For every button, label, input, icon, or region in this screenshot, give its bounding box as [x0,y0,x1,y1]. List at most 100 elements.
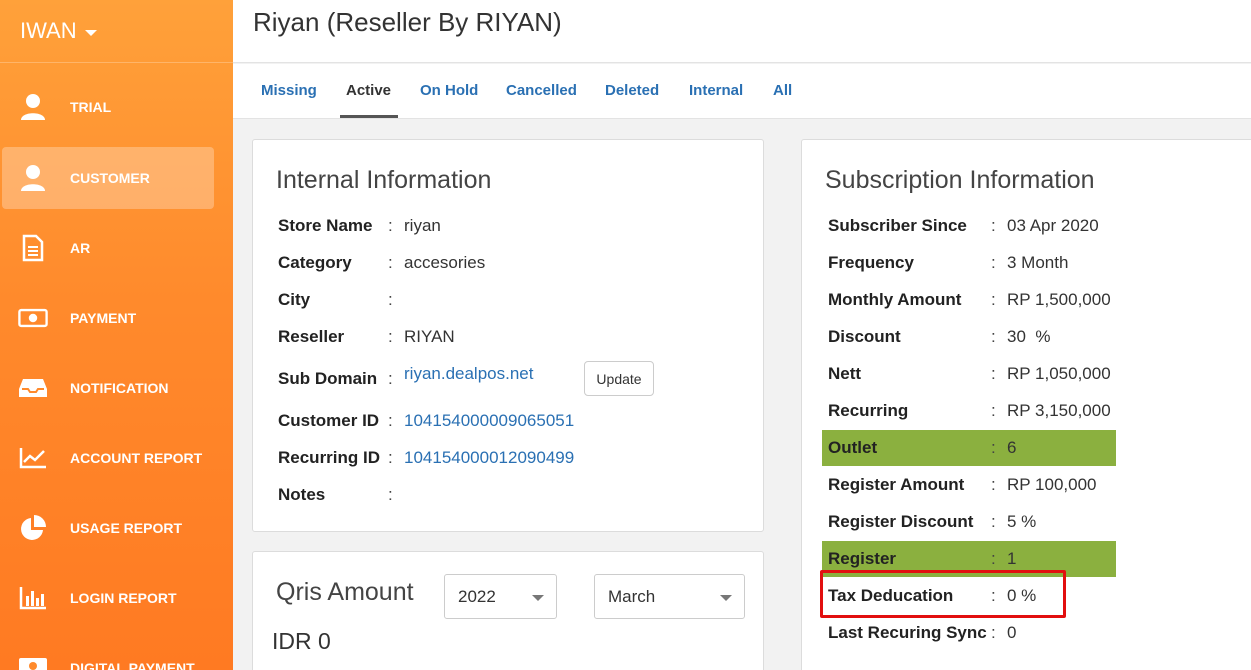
user-icon [18,92,48,122]
recurring-id-link[interactable]: 104154000012090499 [404,448,574,468]
recurring-id-row: Recurring ID : 104154000012090499 [278,444,574,472]
qris-amount-panel: Qris Amount 2022 March IDR 0 [252,551,764,670]
colon: : [991,512,996,531]
colon: : [388,327,393,346]
field-value: 5 % [1007,512,1037,531]
sidebar-item-payment[interactable]: PAYMENT [2,287,214,349]
colon: : [388,290,393,309]
sidebar-item-customer[interactable]: CUSTOMER [2,147,214,209]
qris-amount-value: IDR 0 [272,628,331,654]
tab-internal[interactable]: Internal [689,82,743,99]
subscription-row: Register Discount:5 % [828,508,1036,536]
notes-row: Notes : [278,481,404,509]
reseller-value: RIYAN [404,327,455,346]
field-value: RP 100,000 [1007,475,1097,494]
colon: : [991,327,996,346]
money-icon [18,303,48,333]
chevron-down-icon [532,595,544,601]
city-row: City : [278,286,404,314]
internal-information-panel: Internal Information Store Name : riyan … [252,139,764,532]
sidebar-item-usage-report[interactable]: USAGE REPORT [2,497,214,559]
field-label: Monthly Amount [828,290,962,309]
subscription-row: Tax Deducation:0 % [828,582,1036,610]
category-value: accesories [404,253,486,272]
field-label: Register Amount [828,475,965,494]
colon: : [991,586,996,605]
field-label: Tax Deducation [828,586,954,605]
field-label: Reseller [278,327,345,346]
sidebar-item-label: CUSTOMER [70,170,150,186]
sidebar-item-label: AR [70,240,91,256]
sidebar-item-label: ACCOUNT REPORT [70,450,203,466]
colon: : [388,448,393,467]
brand-menu[interactable]: IWAN [0,0,233,63]
field-label: Customer ID [278,411,380,430]
page-header: Riyan (Reseller By RIYAN) [233,0,1251,63]
field-label: Sub Domain [278,369,378,388]
panel-title: Internal Information [276,166,492,194]
colon: : [991,401,996,420]
sidebar-item-notification[interactable]: NOTIFICATION [2,357,214,419]
colon: : [388,369,393,388]
subscription-row: Recurring: RP 3,150,000 [828,397,1111,425]
tab-deleted[interactable]: Deleted [605,82,659,99]
user-icon [18,163,48,193]
colon: : [991,290,996,309]
field-value: 3 Month [1007,253,1069,272]
caret-down-icon [84,29,97,36]
chevron-down-icon [720,595,732,601]
tab-all[interactable]: All [773,82,792,99]
field-value: 0 [1007,623,1017,642]
sidebar-item-label: DIGITAL PAYMENT [70,660,195,670]
field-label: City [278,290,311,309]
update-button[interactable]: Update [584,361,654,396]
sidebar-item-digital-payment[interactable]: DIGITAL PAYMENT [2,637,214,670]
subscription-row: Frequency:3 Month [828,249,1068,277]
colon: : [991,364,996,383]
field-value: RP 1,050,000 [1007,364,1111,383]
colon: : [991,475,996,494]
field-label: Nett [828,364,862,383]
field-label: Store Name [278,216,373,235]
subscription-information-panel: Subscription Information Subscriber Sinc… [801,139,1251,670]
sidebar-item-ar[interactable]: AR [2,217,214,279]
tab-cancelled[interactable]: Cancelled [506,82,577,99]
sidebar-item-label: NOTIFICATION [70,380,169,396]
field-label: Last Recuring Sync [828,623,987,642]
field-label: Outlet [828,438,878,457]
reseller-row: Reseller : RIYAN [278,323,455,351]
sub-domain-link[interactable]: riyan.dealpos.net [404,360,533,388]
sidebar-item-label: LOGIN REPORT [70,590,177,606]
colon: : [991,216,996,235]
sidebar-item-account-report[interactable]: ACCOUNT REPORT [2,427,214,489]
field-value: 03 Apr 2020 [1007,216,1099,235]
month-select[interactable]: March [594,574,745,619]
sidebar-item-trial[interactable]: TRIAL [2,76,214,138]
colon: : [991,623,996,642]
panel-title: Subscription Information [825,166,1095,194]
colon: : [388,253,393,272]
tab-active[interactable]: Active [346,82,391,99]
subscription-row: Monthly Amount: RP 1,500,000 [828,286,1111,314]
document-icon [18,233,48,263]
field-label: Discount [828,327,901,346]
tab-on-hold[interactable]: On Hold [420,82,478,99]
subscription-row: Outlet:6 [828,434,1016,462]
tab-missing[interactable]: Missing [261,82,317,99]
customer-id-row: Customer ID : 104154000009065051 [278,407,574,435]
sidebar-item-label: USAGE REPORT [70,520,183,536]
field-value: 0 % [1007,586,1037,605]
field-label: Subscriber Since [828,216,967,235]
card-icon [18,653,48,670]
store-name-value: riyan [404,216,441,235]
page-title: Riyan (Reseller By RIYAN) [253,7,562,37]
customer-id-link[interactable]: 104154000009065051 [404,411,574,431]
subscription-row: Last Recuring Sync:0 [828,619,1016,647]
sub-domain-row: Sub Domain : [278,365,404,393]
colon: : [388,216,393,235]
status-tabs: Missing Active On Hold Cancelled Deleted… [233,64,1251,119]
year-select[interactable]: 2022 [444,574,557,619]
sidebar-item-login-report[interactable]: LOGIN REPORT [2,567,214,629]
line-chart-icon [18,443,48,473]
field-value: 1 [1007,549,1017,568]
